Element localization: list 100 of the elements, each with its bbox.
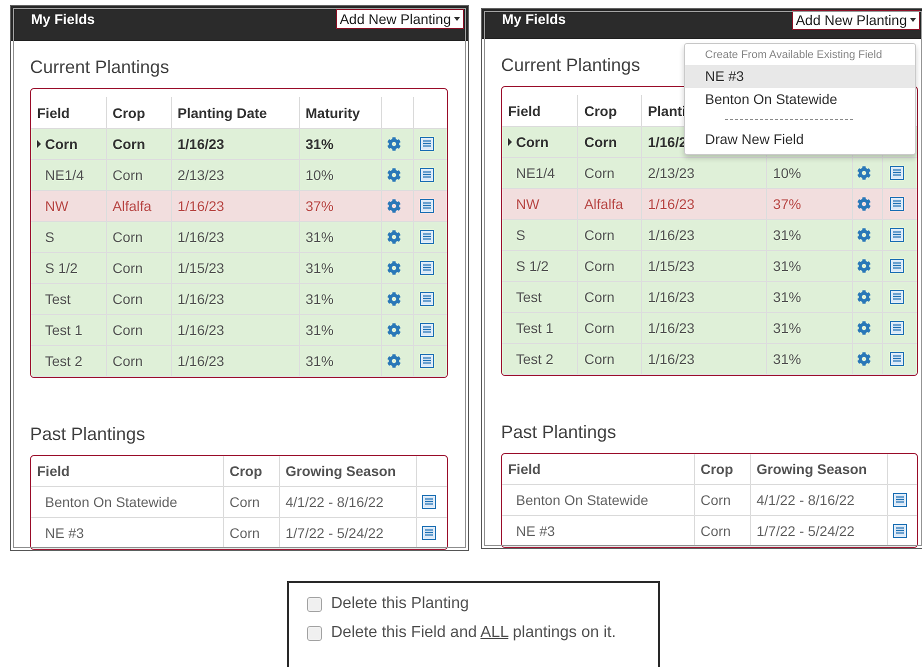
checkbox[interactable] [307,596,322,612]
list-icon[interactable] [422,526,436,540]
table-cell: 1/16/23 [648,196,695,212]
table-cell: Alfalfa [112,198,152,214]
table-cell: Benton On Statewide [45,494,178,510]
list-icon[interactable] [420,137,434,151]
settings-icon[interactable] [387,292,401,306]
settings-icon[interactable] [857,352,872,366]
table-row[interactable]: Test 1 Corn 1/16/23 31% [502,312,917,344]
table-row[interactable]: Test Corn 1/16/23 31% [502,282,917,312]
menu-item[interactable]: NE #3 [685,65,915,88]
settings-icon[interactable] [857,166,872,180]
section-heading: Current Plantings [501,55,640,76]
table-cell: 31% [306,136,334,152]
table-cell: 31% [306,353,334,369]
table-cell: Corn [112,322,143,338]
menu-item[interactable]: Benton On Statewide [685,88,915,111]
checkbox-label: Delete this Planting [331,595,469,613]
table-cell: Corn [112,291,143,307]
table-cell: Corn [584,320,615,336]
table-row[interactable]: NE1/4 Corn 2/13/23 10% [502,158,917,188]
table-row[interactable]: Test 2 Corn 1/16/23 31% [502,344,917,374]
column-header: Growing Season [286,463,396,479]
table-row[interactable]: Test 2 Corn 1/16/23 31% [31,346,447,376]
list-icon[interactable] [892,493,907,507]
caret-icon [910,18,916,22]
list-icon[interactable] [890,352,904,366]
checkbox-label: Delete this Field and ALL plantings on it. [331,624,616,642]
list-icon[interactable] [420,323,434,337]
table-row[interactable]: S Corn 1/16/23 31% [31,222,447,252]
table-cell: 1/7/22 - 5/24/22 [756,523,855,539]
list-icon[interactable] [422,495,436,509]
list-icon[interactable] [890,166,904,180]
settings-icon[interactable] [387,168,401,182]
menu-header: Create From Available Existing Field [704,48,884,63]
settings-icon[interactable] [857,259,872,273]
settings-icon[interactable] [857,290,872,304]
table-cell: Corn [112,353,143,369]
table-cell: NE #3 [516,523,555,539]
table-row[interactable]: Corn Corn 1/16/23 31% [31,128,447,160]
table-cell: S 1/2 [45,260,78,276]
list-icon[interactable] [890,259,904,273]
table-row[interactable]: S 1/2 Corn 1/15/23 31% [502,250,917,282]
settings-icon[interactable] [857,321,872,335]
settings-icon[interactable] [387,230,401,244]
table-row[interactable]: NW Alfalfa 1/16/23 37% [31,190,447,222]
table-row[interactable]: Test 1 Corn 1/16/23 31% [31,314,447,346]
table-cell: NE #3 [45,525,84,541]
settings-icon[interactable] [387,261,401,275]
table-cell: S [45,229,54,245]
list-icon[interactable] [420,292,434,306]
list-icon[interactable] [890,197,904,211]
column-header: Crop [112,104,146,120]
settings-icon[interactable] [857,197,872,211]
settings-icon[interactable] [387,323,401,337]
settings-icon[interactable] [387,354,401,368]
settings-icon[interactable] [857,228,872,242]
table-row[interactable]: NW Alfalfa 1/16/23 37% [502,188,917,220]
table-cell: 31% [773,320,802,336]
table-cell: 1/15/23 [648,258,695,274]
table-cell: 2/13/23 [178,167,224,183]
list-icon[interactable] [892,524,907,538]
table-cell: Test 1 [45,322,82,338]
list-icon[interactable] [890,228,904,242]
list-icon[interactable] [890,321,904,335]
section-heading: Current Plantings [30,57,170,78]
add-planting-button[interactable]: Add New Planting [336,9,464,29]
table-cell: 37% [306,198,334,214]
list-icon[interactable] [420,261,434,275]
table-row[interactable]: NE1/4 Corn 2/13/23 10% [31,160,447,190]
table-cell: Corn [112,260,143,276]
column-header: Field [508,461,541,477]
table-cell: Benton On Statewide [516,492,648,508]
table-row[interactable]: S 1/2 Corn 1/15/23 31% [31,252,447,284]
table-cell: Corn [584,134,617,150]
list-icon[interactable] [890,290,904,304]
panel-title: My Fields [31,10,95,26]
column-header: Field [508,102,541,118]
table-cell: Test 1 [516,320,554,336]
column-header: Field [37,463,70,479]
list-icon[interactable] [420,199,434,213]
table-cell: 31% [306,229,334,245]
settings-icon[interactable] [387,199,401,213]
checkbox[interactable] [307,626,322,640]
add-planting-button[interactable]: Add New Planting [792,10,920,30]
menu-item[interactable]: Draw New Field [685,128,915,151]
table-cell: Alfalfa [584,196,624,212]
list-icon[interactable] [420,230,434,244]
table-cell: Test [45,291,71,307]
list-icon[interactable] [420,168,434,182]
table-cell: NW [516,196,540,212]
table-row[interactable]: Test Corn 1/16/23 31% [31,284,447,314]
list-icon[interactable] [420,354,434,368]
settings-icon[interactable] [387,137,401,151]
table-cell: Test [516,289,542,305]
table-cell: Test 2 [45,353,82,369]
column-header: Crop [584,102,617,118]
table-row[interactable]: S Corn 1/16/23 31% [502,220,917,250]
table-cell: Corn [230,494,260,510]
table-cell: 1/16/23 [648,320,695,336]
